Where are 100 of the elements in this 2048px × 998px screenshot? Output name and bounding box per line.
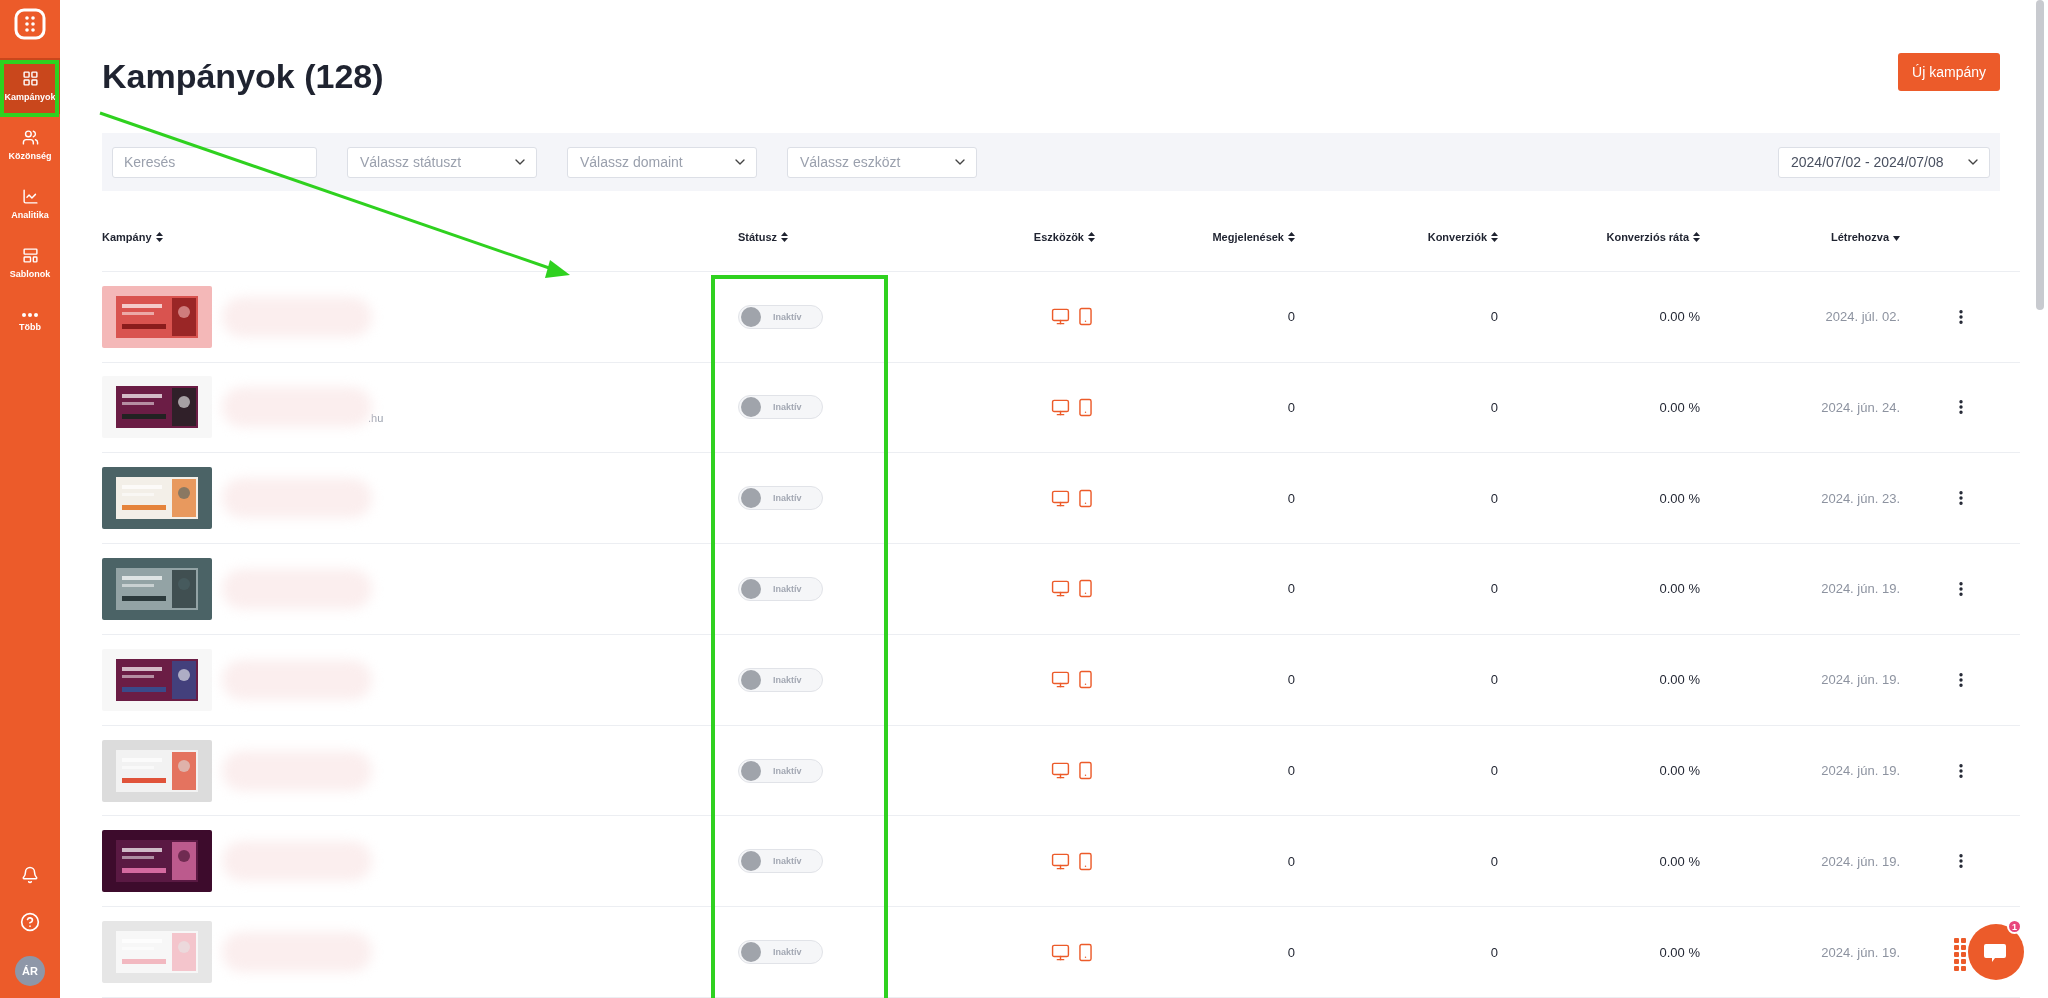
nav-label: Több [19, 321, 41, 332]
table-cell: 2024. jún. 19. [1821, 763, 1900, 779]
status-toggle[interactable]: Inaktív [738, 486, 823, 511]
monitor-icon [1051, 942, 1070, 962]
page-title: Kampányok (128) [102, 57, 384, 97]
monitor-icon [1051, 488, 1070, 508]
column-label: Státusz [738, 230, 778, 243]
column-header[interactable]: Konverziók [1427, 230, 1498, 243]
table-cell: 0 [1287, 309, 1295, 325]
filter-select[interactable]: Válassz státuszt [347, 146, 537, 178]
dots-icon [1954, 938, 1968, 972]
phone-icon [1076, 942, 1095, 962]
highlight-frame [0, 60, 59, 117]
column-label: Konverziók [1427, 230, 1487, 243]
monitor-icon [1051, 397, 1070, 417]
column-label: Kampány [102, 230, 152, 243]
status-toggle[interactable]: Inaktív [738, 577, 823, 601]
column-label: Eszközök [1033, 230, 1084, 243]
phone-icon [1076, 579, 1095, 599]
table-cell: 0 [1287, 763, 1295, 779]
chat-button[interactable] [1968, 924, 2024, 980]
column-header[interactable]: Eszközök [1033, 230, 1095, 243]
table-cell: 2024. jún. 19. [1821, 581, 1900, 597]
nav-item[interactable]: Közönség [0, 117, 60, 173]
table-cell: 0 [1490, 581, 1498, 597]
nav-item[interactable]: Analitika [0, 176, 60, 232]
table-cell: 0 [1490, 490, 1498, 506]
table-cell: 0 [1287, 853, 1295, 869]
phone-icon [1076, 851, 1095, 871]
status-toggle[interactable]: Inaktív [738, 758, 823, 783]
status-toggle[interactable]: Inaktív [738, 304, 823, 329]
table-cell: 0 [1490, 309, 1498, 325]
table-cell: 0.00 % [1659, 399, 1700, 415]
monitor-icon [1051, 851, 1070, 871]
phone-icon [1076, 397, 1095, 417]
status-toggle[interactable]: Inaktív [738, 849, 823, 874]
table-cell: 0.00 % [1659, 763, 1700, 779]
filter-select[interactable]: Válassz eszközt [787, 146, 977, 178]
nav-item[interactable]: Sablonok [0, 235, 60, 291]
sort-icon[interactable] [1693, 231, 1700, 242]
avatar[interactable]: ÁR [15, 956, 45, 986]
sort-icon[interactable] [781, 231, 789, 242]
status-toggle[interactable]: Inaktív [738, 395, 823, 420]
sort-icon[interactable] [1088, 231, 1095, 242]
filter-select[interactable]: Válassz domaint [567, 146, 757, 178]
table-cell: 2024. jún. 19. [1821, 853, 1900, 869]
status-toggle[interactable]: Inaktív [738, 667, 823, 692]
sort-icon[interactable] [155, 231, 163, 242]
campaign-domain: .hu [368, 412, 384, 425]
people-icon [21, 129, 39, 146]
column-header[interactable]: Kampány [102, 230, 163, 243]
column-header[interactable]: Létrehozva [1830, 230, 1900, 243]
table-cell: 0.00 % [1659, 944, 1700, 960]
phone-icon [1076, 307, 1095, 327]
status-toggle[interactable]: Inaktív [738, 940, 823, 965]
bell-icon[interactable] [21, 866, 39, 884]
notification-badge: 1 [2007, 919, 2022, 934]
new-campaign-button[interactable]: Új kampány [1898, 52, 2000, 91]
nav-label: Analitika [11, 210, 49, 220]
table-cell: 0 [1287, 399, 1295, 415]
nav-label: Sablonok [9, 269, 51, 279]
table-cell: 0 [1490, 853, 1498, 869]
table-cell: 2024. júl. 02. [1825, 309, 1900, 325]
table-cell: 0 [1287, 581, 1295, 597]
table-cell: 2024. jún. 23. [1821, 490, 1900, 506]
monitor-icon [1051, 670, 1070, 690]
phone-icon [1076, 670, 1095, 690]
table-cell: 0 [1490, 672, 1498, 688]
column-header[interactable]: Státusz [738, 230, 789, 243]
column-label: Létrehozva [1830, 230, 1889, 243]
logo-icon[interactable] [14, 8, 46, 40]
table-cell: 2024. jún. 19. [1821, 944, 1900, 960]
table-cell: 0.00 % [1659, 309, 1700, 325]
table-cell: 2024. jún. 24. [1821, 399, 1900, 415]
table-cell: 0.00 % [1659, 490, 1700, 506]
nav-label: Kampányok [4, 92, 56, 102]
sort-desc-icon[interactable] [1893, 236, 1900, 242]
table-cell: 0.00 % [1659, 853, 1700, 869]
table-cell: 0 [1287, 672, 1295, 688]
phone-icon [1076, 488, 1095, 508]
monitor-icon [1051, 579, 1070, 599]
phone-icon [1076, 761, 1095, 781]
table-cell: 0.00 % [1659, 581, 1700, 597]
sort-icon[interactable] [1491, 231, 1498, 242]
help-icon[interactable] [20, 912, 40, 932]
sort-icon[interactable] [1288, 231, 1295, 242]
table-cell: 0 [1287, 944, 1295, 960]
layout-icon [21, 247, 39, 264]
grid-icon [21, 70, 39, 87]
monitor-icon [1051, 307, 1070, 327]
table-cell: 0.00 % [1659, 672, 1700, 688]
table-cell: 0 [1490, 763, 1498, 779]
date-range-select[interactable]: 2024/07/02 - 2024/07/08 [1778, 146, 1990, 178]
table-cell: 0 [1490, 944, 1498, 960]
nav-item[interactable]: Több [0, 294, 60, 350]
table-cell: 0 [1287, 490, 1295, 506]
monitor-icon [1051, 761, 1070, 781]
search-field[interactable]: Keresés [112, 146, 317, 178]
scrollbar[interactable] [2036, 0, 2044, 310]
table-cell: 2024. jún. 19. [1821, 672, 1900, 688]
